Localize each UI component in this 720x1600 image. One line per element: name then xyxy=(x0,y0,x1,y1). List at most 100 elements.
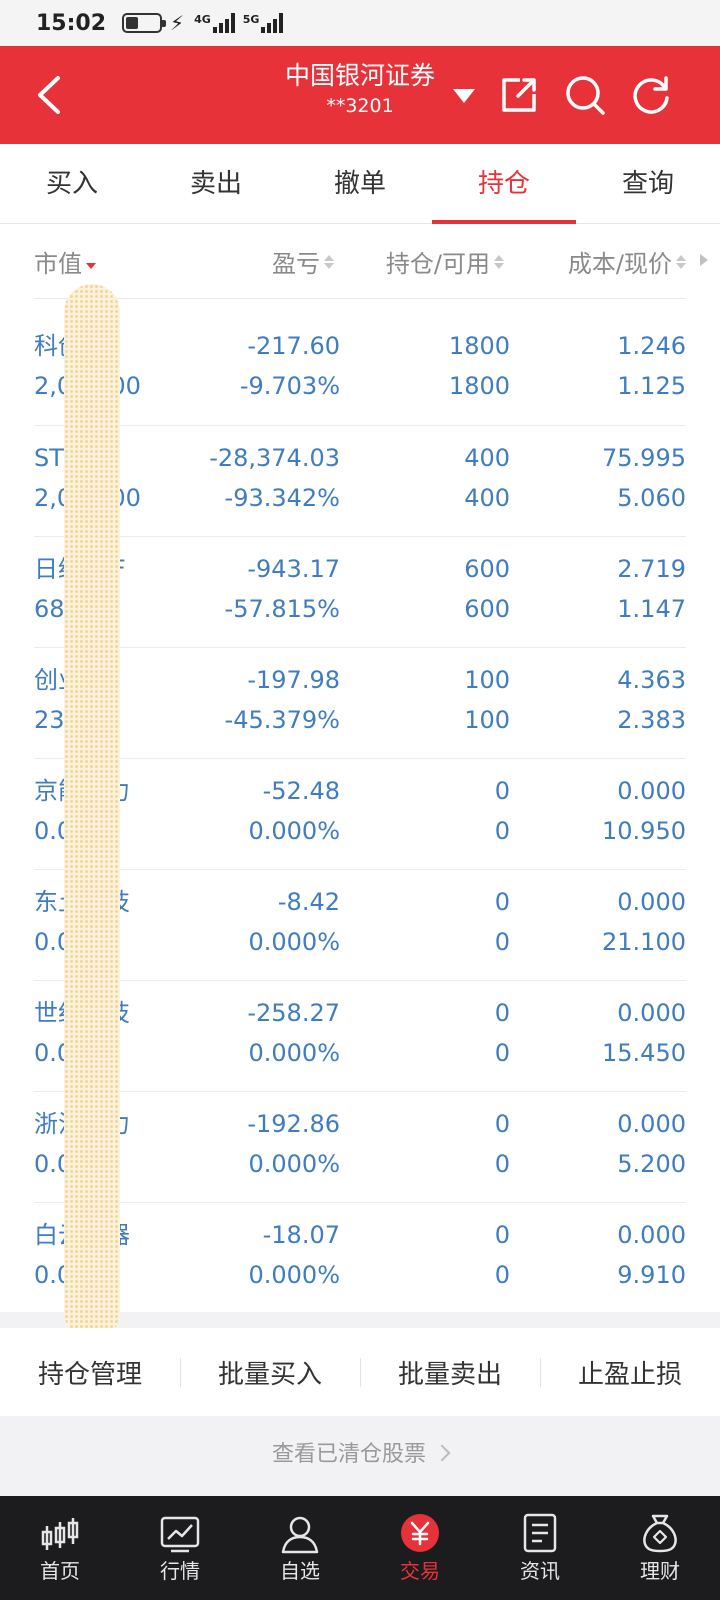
share-icon[interactable] xyxy=(498,74,540,116)
holding-qty: 0 xyxy=(494,888,510,916)
table-row[interactable]: 科创50 2,025.00 -217.60 -9.703% 1800 1800 … xyxy=(34,314,686,425)
cost-price: 0.000 xyxy=(617,1110,686,1138)
status-time: 15:02 xyxy=(36,10,107,36)
stop-profit-loss-button[interactable]: 止盈止损 xyxy=(540,1354,720,1391)
profit-loss-pct: -9.703% xyxy=(239,372,340,400)
nav-home[interactable]: 首页 xyxy=(0,1496,120,1600)
current-price: 5.060 xyxy=(617,484,686,512)
chevron-right-icon xyxy=(433,1444,451,1462)
nav-wealth[interactable]: 理财 xyxy=(600,1496,720,1600)
refresh-icon[interactable] xyxy=(630,74,672,116)
batch-sell-button[interactable]: 批量卖出 xyxy=(360,1354,540,1391)
column-market-value[interactable]: 市值 xyxy=(34,244,96,279)
current-price: 5.200 xyxy=(617,1150,686,1178)
table-header: 市值 盈亏 持仓/可用 成本/现价 xyxy=(0,224,720,299)
tab-positions[interactable]: 持仓 xyxy=(432,144,576,224)
holding-qty: 400 xyxy=(464,444,510,472)
status-bar: 15:02 ⚡ 4G 5G xyxy=(0,0,720,46)
current-price: 1.147 xyxy=(617,595,686,623)
divider xyxy=(34,298,686,299)
document-icon xyxy=(523,1513,557,1553)
holding-qty: 0 xyxy=(494,1221,510,1249)
signal-4g-icon: 4G xyxy=(194,13,235,33)
cost-price: 75.995 xyxy=(602,444,686,472)
profit-loss-pct: -93.342% xyxy=(224,484,340,512)
positions-toolbar: 持仓管理 批量买入 批量卖出 止盈止损 xyxy=(0,1328,720,1416)
profit-loss-pct: 0.000% xyxy=(248,1039,340,1067)
cost-price: 0.000 xyxy=(617,999,686,1027)
table-row[interactable]: 东土科技 0.00 -8.42 0.000% 0 0 0.000 21.100 xyxy=(34,869,686,980)
current-price: 9.910 xyxy=(617,1261,686,1289)
holding-qty: 0 xyxy=(494,777,510,805)
dropdown-arrow-icon[interactable] xyxy=(451,86,477,106)
battery-icon xyxy=(122,13,167,33)
available-qty: 0 xyxy=(494,928,510,956)
cost-price: 4.363 xyxy=(617,666,686,694)
column-profit-loss[interactable]: 盈亏 xyxy=(272,244,334,279)
header-bar: 中国银河证券 **3201 xyxy=(0,46,720,144)
current-price: 10.950 xyxy=(602,817,686,845)
tab-sell[interactable]: 卖出 xyxy=(144,144,288,223)
current-price: 21.100 xyxy=(602,928,686,956)
charging-icon: ⚡ xyxy=(170,11,185,35)
batch-buy-button[interactable]: 批量买入 xyxy=(180,1354,360,1391)
holding-qty: 1800 xyxy=(448,332,510,360)
available-qty: 1800 xyxy=(448,372,510,400)
bottom-nav: 首页 行情 自选 交易 资讯 理财 xyxy=(0,1496,720,1600)
cost-price: 0.000 xyxy=(617,1221,686,1249)
back-icon[interactable] xyxy=(30,72,70,118)
cost-price: 0.000 xyxy=(617,777,686,805)
tab-query[interactable]: 查询 xyxy=(576,144,720,223)
profit-loss: -8.42 xyxy=(277,888,340,916)
cleared-stocks-link[interactable]: 查看已清仓股票 xyxy=(0,1430,720,1480)
manage-positions-button[interactable]: 持仓管理 xyxy=(0,1354,180,1391)
current-price: 15.450 xyxy=(602,1039,686,1067)
table-row[interactable]: 浙江电力 0.00 -192.86 0.000% 0 0 0.000 5.200 xyxy=(34,1091,686,1202)
profit-loss: -28,374.03 xyxy=(209,444,340,472)
tab-cancel-order[interactable]: 撤单 xyxy=(288,144,432,223)
user-icon xyxy=(281,1516,319,1554)
nav-trade[interactable]: 交易 xyxy=(360,1496,480,1600)
nav-watchlist[interactable]: 自选 xyxy=(240,1496,360,1600)
column-cost-price[interactable]: 成本/现价 xyxy=(568,244,686,279)
cost-price: 1.246 xyxy=(617,332,686,360)
nav-news[interactable]: 资讯 xyxy=(480,1496,600,1600)
current-price: 1.125 xyxy=(617,372,686,400)
holding-qty: 0 xyxy=(494,1110,510,1138)
profit-loss: -217.60 xyxy=(247,332,340,360)
available-qty: 600 xyxy=(464,595,510,623)
available-qty: 100 xyxy=(464,706,510,734)
profit-loss: -192.86 xyxy=(247,1110,340,1138)
profit-loss-pct: -45.379% xyxy=(224,706,340,734)
table-row[interactable]: 白云电器 0.00 -18.07 0.000% 0 0 0.000 9.910 xyxy=(34,1202,686,1313)
sort-icon xyxy=(676,254,686,269)
cost-price: 0.000 xyxy=(617,888,686,916)
profit-loss-pct: 0.000% xyxy=(248,1150,340,1178)
holding-qty: 0 xyxy=(494,999,510,1027)
tab-buy[interactable]: 买入 xyxy=(0,144,144,223)
available-qty: 0 xyxy=(494,1150,510,1178)
table-row[interactable]: 世纪科技 0.00 -258.27 0.000% 0 0 0.000 15.45… xyxy=(34,980,686,1091)
available-qty: 0 xyxy=(494,817,510,845)
holding-qty: 100 xyxy=(464,666,510,694)
table-row[interactable]: 京能热力 0.00 -52.48 0.000% 0 0 0.000 10.950 xyxy=(34,758,686,869)
profit-loss-pct: -57.815% xyxy=(224,595,340,623)
signal-5g-icon: 5G xyxy=(243,13,284,33)
scroll-right-icon[interactable] xyxy=(700,254,708,266)
nav-market[interactable]: 行情 xyxy=(120,1496,240,1600)
available-qty: 0 xyxy=(494,1261,510,1289)
column-holding[interactable]: 持仓/可用 xyxy=(386,244,504,279)
cost-price: 2.719 xyxy=(617,555,686,583)
profit-loss: -52.48 xyxy=(262,777,340,805)
profit-loss: -18.07 xyxy=(262,1221,340,1249)
table-row[interactable]: 创业板 238.30 -197.98 -45.379% 100 100 4.36… xyxy=(34,647,686,758)
profit-loss: -943.17 xyxy=(247,555,340,583)
profit-loss-pct: 0.000% xyxy=(248,1261,340,1289)
profit-loss: -197.98 xyxy=(247,666,340,694)
candlestick-icon xyxy=(41,1518,79,1550)
table-row[interactable]: ST峨影 2,024.00 -28,374.03 -93.342% 400 40… xyxy=(34,425,686,536)
search-icon[interactable] xyxy=(564,74,606,116)
available-qty: 0 xyxy=(494,1039,510,1067)
table-row[interactable]: 日经ETF 688.20 -943.17 -57.815% 600 600 2.… xyxy=(34,536,686,647)
redaction-mask xyxy=(64,284,120,1340)
